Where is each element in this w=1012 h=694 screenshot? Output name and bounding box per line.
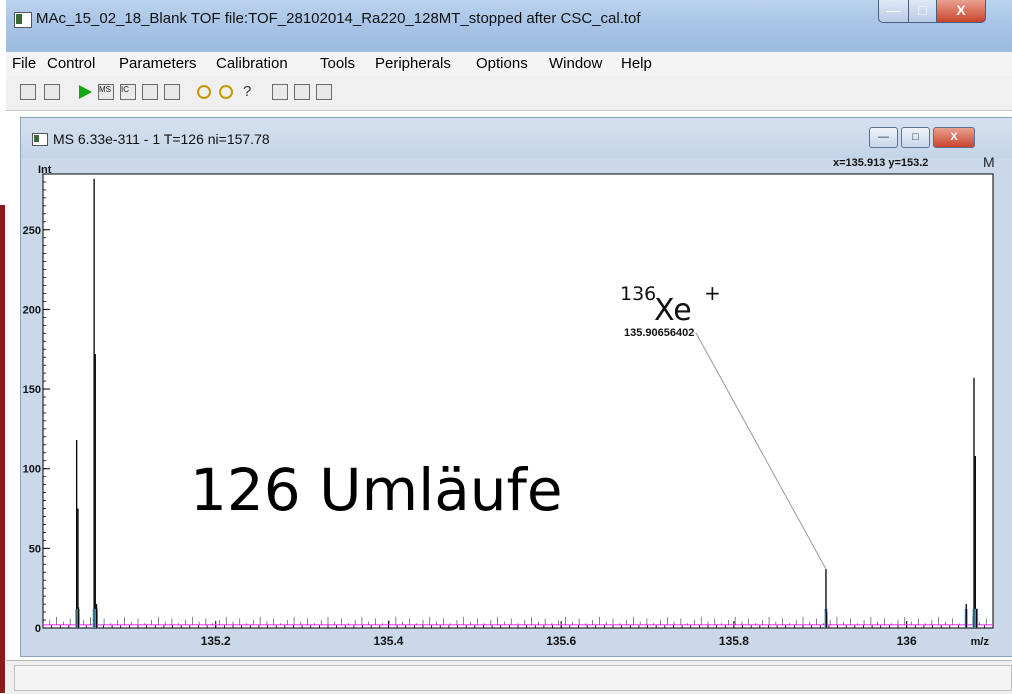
run-icon[interactable] [74,82,94,102]
menu-calibration[interactable]: Calibration [216,55,288,72]
annotation-charge: + [704,281,721,305]
ic-icon[interactable]: IC [118,82,138,102]
spectrum-plot-area[interactable]: 135.2 135.4 135.6 135.8 136 0 50 100 150 200 250 m/… [21,158,1012,656]
child-maximize-button[interactable]: □ [901,127,930,148]
print-icon[interactable] [162,82,182,102]
plot-frame [42,173,994,629]
marker-mode-indicator: M [983,154,995,170]
maximize-button[interactable]: □ [908,0,937,23]
menu-peripherals[interactable]: Peripherals [375,55,451,72]
app-title-bar: MAc_15_02_18_Blank TOF file:TOF_28102014… [6,0,1012,52]
ms-icon-label: MS [99,85,111,94]
menu-bar: File Control Parameters Calibration Tool… [6,52,1012,76]
mass-spectrum-chart[interactable]: 135.2 135.4 135.6 135.8 136 0 50 100 150 200 250 m/… [21,158,1012,656]
y-tick-label: 250 [23,225,41,237]
app-icon [14,12,32,28]
annotation-element: Xe [654,293,692,328]
cursor-coordinate-readout: x=135.913 y=153.2 [833,157,929,169]
ms-spectrum-icon[interactable]: MS [96,82,116,102]
overlay-turns-label: 126 Umläufe [190,456,563,524]
marker-m-icon[interactable] [292,82,312,102]
annotation-isotope-mass: 136 [620,283,656,305]
child-window-title: MS 6.33e-311 - 1 T=126 ni=157.78 [53,131,270,147]
minimize-button[interactable]: — [878,0,909,23]
y-tick-label: 100 [23,464,41,476]
menu-parameters[interactable]: Parameters [119,55,197,72]
table-icon[interactable] [140,82,160,102]
x-tick-label: 135.8 [719,634,749,648]
child-minimize-button[interactable]: — [869,127,898,148]
save-icon[interactable] [42,82,62,102]
status-bar-panel [14,665,1012,691]
y-axis-label: Int [38,164,52,176]
redo-icon[interactable] [216,82,236,102]
close-button[interactable]: X [936,0,986,23]
x-tick-label: 135.6 [546,634,576,648]
toolbar: MS IC ? [6,76,1012,111]
ic-icon-label: IC [121,85,129,94]
child-title-bar: MS 6.33e-311 - 1 T=126 ni=157.78 [21,118,1012,158]
y-tick-label: 150 [23,384,41,396]
y-tick-label: 200 [23,304,41,316]
x-tick-label: 135.4 [373,634,403,648]
ms-child-window: MS 6.33e-311 - 1 T=126 ni=157.78 — □ X 1… [20,117,1012,657]
x-axis-label: m/z [971,636,990,648]
status-bar [6,660,1012,694]
marker-t-icon[interactable] [314,82,334,102]
child-close-button[interactable]: X [933,127,975,148]
help-icon[interactable]: ? [238,82,258,102]
menu-tools[interactable]: Tools [320,55,355,72]
document-icon [32,133,48,146]
menu-file[interactable]: File [12,55,36,72]
menu-help[interactable]: Help [621,55,652,72]
y-tick-label: 0 [35,623,41,635]
background-window-edge [0,205,5,693]
x-tick-label: 136 [897,634,917,648]
open-icon[interactable] [18,82,38,102]
x-tick-label: 135.2 [201,634,231,648]
menu-control[interactable]: Control [47,55,95,72]
menu-options[interactable]: Options [476,55,528,72]
app-title: MAc_15_02_18_Blank TOF file:TOF_28102014… [36,10,641,27]
y-tick-label: 50 [29,543,41,555]
menu-window[interactable]: Window [549,55,602,72]
zoom-icon[interactable] [270,82,290,102]
undo-icon[interactable] [194,82,214,102]
annotation-mass-value: 135.90656402 [624,327,694,339]
